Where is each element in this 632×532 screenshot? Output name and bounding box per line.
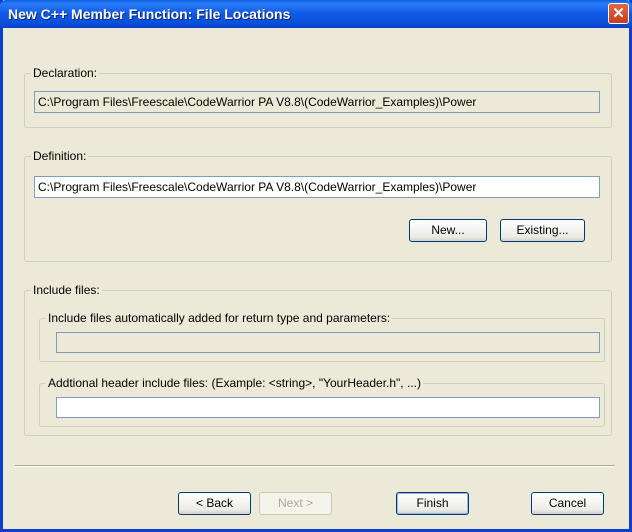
window-title: New C++ Member Function: File Locations bbox=[8, 6, 291, 22]
auto-include-field bbox=[56, 332, 600, 353]
new-button[interactable]: New... bbox=[409, 219, 487, 242]
existing-button[interactable]: Existing... bbox=[500, 219, 585, 242]
footer-separator bbox=[15, 465, 615, 467]
auto-include-label: Include files automatically added for re… bbox=[46, 311, 393, 325]
next-button[interactable]: Next > bbox=[259, 492, 332, 515]
dialog-window: New C++ Member Function: File Locations … bbox=[0, 0, 632, 532]
declaration-path-field: C:\Program Files\Freescale\CodeWarrior P… bbox=[34, 91, 600, 113]
definition-path-field[interactable]: C:\Program Files\Freescale\CodeWarrior P… bbox=[34, 176, 600, 198]
close-icon[interactable]: ✕ bbox=[608, 3, 629, 24]
finish-button[interactable]: Finish bbox=[396, 492, 469, 515]
declaration-group: Declaration: C:\Program Files\Freescale\… bbox=[24, 66, 612, 128]
declaration-label: Declaration: bbox=[31, 66, 100, 80]
auto-include-group: Include files automatically added for re… bbox=[39, 311, 605, 362]
definition-group: Definition: C:\Program Files\Freescale\C… bbox=[24, 149, 612, 262]
additional-include-input[interactable] bbox=[56, 397, 600, 418]
additional-include-label: Addtional header include files: (Example… bbox=[46, 376, 423, 390]
back-button[interactable]: < Back bbox=[178, 492, 251, 515]
additional-include-group: Addtional header include files: (Example… bbox=[39, 376, 605, 427]
include-files-label: Include files: bbox=[31, 283, 102, 297]
include-files-group: Include files: Include files automatical… bbox=[24, 283, 612, 436]
definition-label: Definition: bbox=[31, 149, 89, 163]
cancel-button[interactable]: Cancel bbox=[531, 492, 604, 515]
title-bar[interactable]: New C++ Member Function: File Locations … bbox=[0, 0, 632, 28]
